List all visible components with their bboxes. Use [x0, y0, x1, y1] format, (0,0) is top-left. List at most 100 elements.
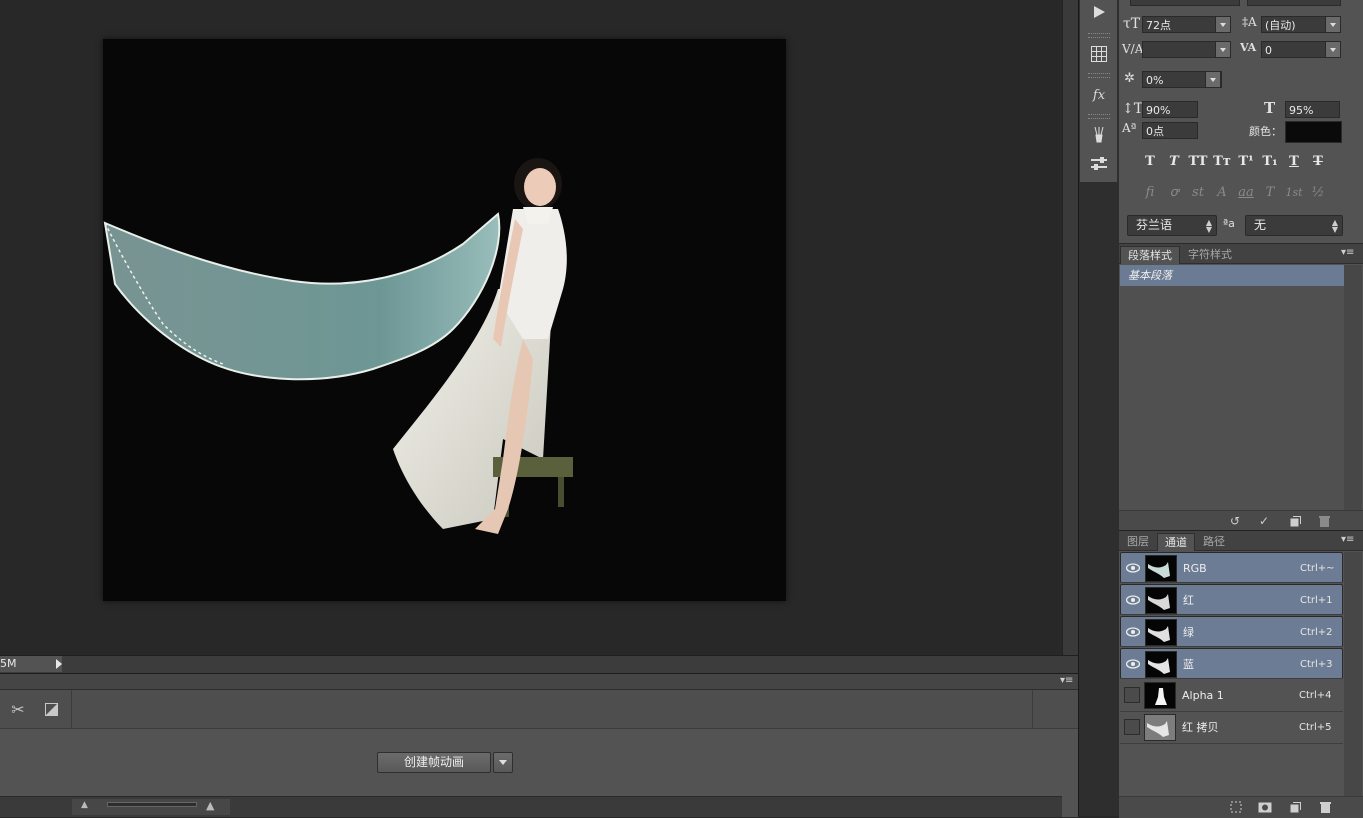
eye-icon[interactable]	[1125, 624, 1141, 640]
panel-menu-icon[interactable]: ▾≡	[1060, 675, 1073, 686]
trash-icon[interactable]	[1317, 514, 1331, 528]
fractions-button[interactable]: ½	[1308, 184, 1328, 202]
small-caps-button[interactable]: Tт	[1212, 153, 1232, 171]
eye-icon[interactable]	[1125, 656, 1141, 672]
create-animation-dropdown-button[interactable]	[493, 752, 513, 773]
tab-paths[interactable]: 路径	[1196, 533, 1232, 550]
superscript-button[interactable]: T¹	[1236, 153, 1256, 171]
font-style-field[interactable]	[1247, 0, 1341, 6]
new-channel-icon[interactable]	[1288, 800, 1302, 814]
tab-layers[interactable]: 图层	[1120, 533, 1156, 550]
grip-handle[interactable]	[1088, 114, 1110, 119]
channel-shortcut: Ctrl+1	[1300, 595, 1333, 606]
visibility-checkbox[interactable]	[1124, 687, 1140, 703]
titling-alternates-button[interactable]: T	[1260, 184, 1280, 202]
kerning-field[interactable]	[1142, 41, 1222, 58]
channel-row-alpha-1[interactable]: Alpha 1 Ctrl+4	[1120, 680, 1343, 712]
document-canvas[interactable]	[103, 39, 786, 601]
baseline-shift-field[interactable]: 0点	[1142, 122, 1198, 139]
channel-row-rgb[interactable]: RGB Ctrl+~	[1120, 552, 1343, 583]
horizontal-scale-icon: T	[1264, 99, 1276, 117]
channel-thumbnail	[1145, 587, 1177, 614]
font-family-field[interactable]	[1130, 0, 1240, 6]
font-size-icon: τT	[1123, 16, 1141, 32]
channel-thumbnail	[1144, 682, 1176, 709]
zoom-out-icon[interactable]: ▲	[81, 800, 88, 810]
font-size-field[interactable]: 72点	[1142, 16, 1222, 33]
horizontal-scale-field[interactable]: 95%	[1285, 101, 1340, 118]
vertical-scale-field[interactable]: 90%	[1142, 101, 1198, 118]
stylistic-alternates-button[interactable]: aa	[1236, 184, 1256, 202]
language-value: 芬兰语	[1136, 218, 1173, 232]
eye-icon[interactable]	[1125, 592, 1141, 608]
channel-thumbnail	[1145, 619, 1177, 646]
baseline-shift-icon: Aª	[1122, 121, 1137, 135]
channel-name: 绿	[1183, 626, 1194, 639]
text-color-swatch[interactable]	[1285, 121, 1342, 143]
tab-paragraph-styles[interactable]: 段落样式	[1120, 246, 1180, 264]
language-select[interactable]: 芬兰语 ▲ ▼	[1127, 215, 1217, 236]
load-selection-icon[interactable]	[1229, 800, 1243, 814]
panel-menu-icon[interactable]: ▾≡	[1341, 534, 1354, 545]
scissors-icon[interactable]: ✂	[8, 699, 28, 719]
strikethrough-button[interactable]: T	[1308, 153, 1328, 171]
create-frame-animation-button[interactable]: 创建帧动画	[377, 752, 491, 773]
channel-shortcut: Ctrl+4	[1299, 690, 1332, 701]
fx-icon[interactable]: fx	[1087, 83, 1111, 107]
save-selection-icon[interactable]	[1258, 800, 1272, 814]
zoom-in-icon[interactable]: ▲	[206, 799, 214, 812]
ligatures-button[interactable]: fi	[1140, 184, 1160, 202]
eye-icon[interactable]	[1125, 560, 1141, 576]
antialias-select[interactable]: 无 ▲ ▼	[1245, 215, 1343, 236]
channel-row-red-copy[interactable]: 红 拷贝 Ctrl+5	[1120, 712, 1343, 744]
grid-icon[interactable]	[1087, 42, 1111, 66]
all-caps-button[interactable]: TT	[1188, 153, 1208, 171]
underline-button[interactable]: T	[1284, 153, 1304, 171]
channel-row-red[interactable]: 红 Ctrl+1	[1120, 584, 1343, 615]
ordinals-button[interactable]: 1st	[1284, 184, 1304, 202]
channel-row-blue[interactable]: 蓝 Ctrl+3	[1120, 648, 1343, 679]
paragraph-style-list: 基本段落	[1120, 265, 1344, 510]
status-menu-arrow-icon[interactable]	[56, 659, 62, 669]
panel-menu-icon[interactable]: ▾≡	[1341, 247, 1354, 258]
document-info-text: 5M	[0, 656, 62, 672]
tsume-dropdown[interactable]	[1205, 71, 1221, 88]
subscript-button[interactable]: T₁	[1260, 153, 1280, 171]
clear-override-icon[interactable]: ↺	[1228, 514, 1242, 528]
leading-dropdown[interactable]	[1325, 16, 1341, 33]
leading-icon: ‡A	[1242, 15, 1257, 29]
channels-footer	[1119, 796, 1363, 818]
tracking-dropdown[interactable]	[1325, 41, 1341, 58]
tracking-icon: VA	[1240, 41, 1257, 54]
zoom-slider[interactable]	[107, 802, 197, 807]
redefine-style-icon[interactable]: ✓	[1257, 514, 1271, 528]
channels-scrollbar[interactable]	[1344, 552, 1362, 796]
list-item[interactable]: 基本段落	[1120, 265, 1344, 286]
trash-icon[interactable]	[1318, 800, 1332, 814]
brush-icon[interactable]	[1087, 123, 1111, 147]
adjustment-sliders-icon[interactable]	[1087, 152, 1111, 176]
swash-button[interactable]: A	[1212, 184, 1232, 202]
tab-channels[interactable]: 通道	[1157, 533, 1195, 551]
faux-bold-button[interactable]: T	[1140, 153, 1160, 171]
new-style-icon[interactable]	[1288, 514, 1302, 528]
visibility-checkbox[interactable]	[1124, 719, 1140, 735]
faux-italic-button[interactable]: T	[1164, 153, 1184, 171]
play-icon[interactable]	[1087, 0, 1111, 24]
font-size-dropdown[interactable]	[1215, 16, 1231, 33]
workspace-vertical-scrollbar[interactable]	[1062, 0, 1079, 672]
status-bar: 5M	[0, 655, 1078, 673]
grip-handle[interactable]	[1088, 73, 1110, 78]
channels-panel: 图层 通道 路径 ▾≡ RGB Ctrl+~ 红 Ctrl+1 绿 Ctrl+2…	[1119, 530, 1363, 818]
transition-icon[interactable]	[41, 699, 61, 719]
kerning-dropdown[interactable]	[1215, 41, 1231, 58]
grip-handle[interactable]	[1088, 33, 1110, 38]
color-label: 颜色：	[1249, 125, 1282, 138]
discretionary-ligatures-button[interactable]: st	[1188, 184, 1208, 202]
channel-shortcut: Ctrl+5	[1299, 722, 1332, 733]
paragraph-style-scrollbar[interactable]	[1344, 265, 1362, 510]
contextual-alternates-button[interactable]: ꝍ	[1164, 184, 1184, 202]
panel-tab-bar: 段落样式 字符样式 ▾≡	[1119, 244, 1363, 264]
channel-row-green[interactable]: 绿 Ctrl+2	[1120, 616, 1343, 647]
tab-character-styles[interactable]: 字符样式	[1181, 246, 1239, 263]
